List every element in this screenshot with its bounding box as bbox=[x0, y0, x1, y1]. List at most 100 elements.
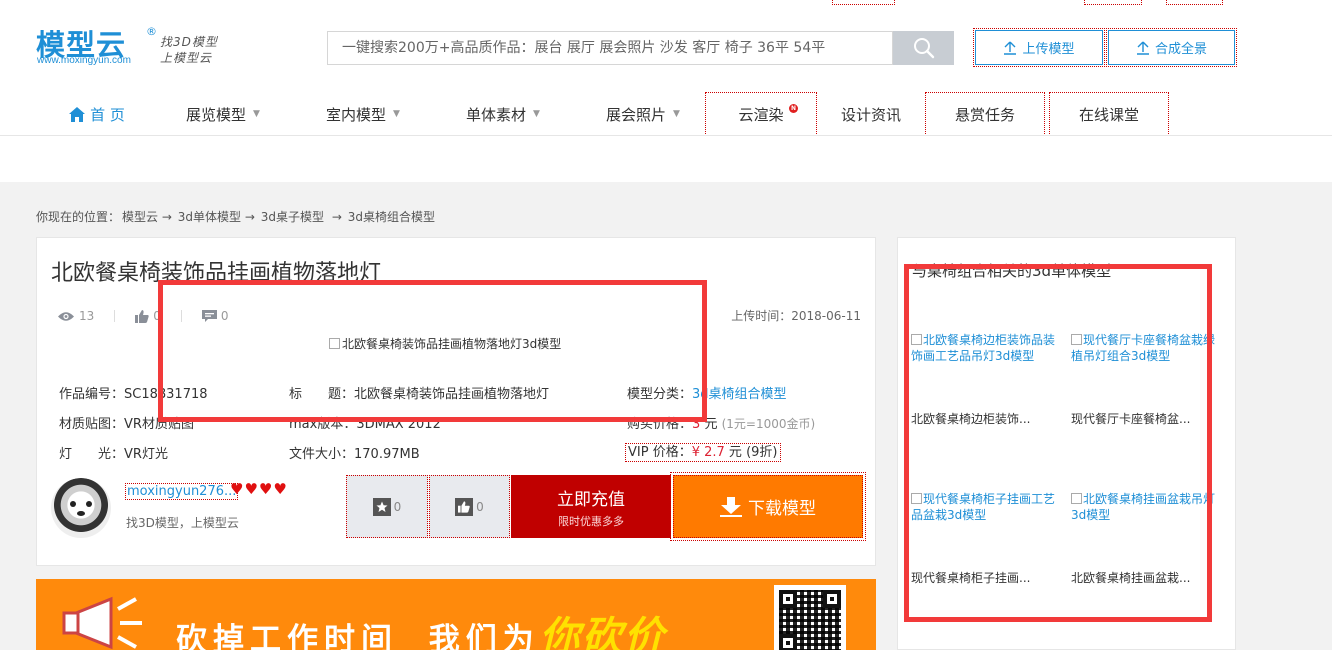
nav-item-exhibition[interactable]: 展览模型 ▼ bbox=[168, 92, 278, 136]
breadcrumb-link[interactable]: 3d单体模型 bbox=[178, 210, 241, 224]
nav-item-home[interactable]: 首 页 bbox=[58, 92, 136, 136]
banner-text-2: 我们为 bbox=[428, 622, 540, 650]
panorama-label: 合成全景 bbox=[1154, 42, 1207, 57]
related-item[interactable]: 北欧餐桌椅挂画盆栽吊灯3d模型 北欧餐桌椅挂画盆栽... bbox=[1071, 491, 1221, 586]
banner-headline: 砍掉工作时间 我们为你砍价 bbox=[176, 604, 666, 650]
related-item-name: 现代餐厅卡座餐椅盆... bbox=[1071, 412, 1191, 426]
breadcrumb: 你现在的位置： 模型云 → 3d单体模型 → 3d桌子模型 → 3d桌椅组合模型 bbox=[36, 208, 435, 225]
qr-finder bbox=[779, 590, 797, 608]
related-item-image[interactable]: 北欧餐桌椅边柜装饰品装饰画工艺品吊灯3d模型 bbox=[911, 332, 1061, 412]
author-desc: 找3D模型，上模型云 bbox=[126, 516, 239, 530]
related-item-alt: 现代餐桌椅柜子挂画工艺品盆栽3d模型 bbox=[911, 492, 1056, 522]
meta-category-link[interactable]: 3d桌椅组合模型 bbox=[692, 387, 787, 402]
nav-item-single[interactable]: 单体素材 ▼ bbox=[448, 92, 558, 136]
avatar[interactable] bbox=[51, 478, 111, 538]
related-item[interactable]: 北欧餐桌椅边柜装饰品装饰画工艺品吊灯3d模型 北欧餐桌椅边柜装饰... bbox=[911, 332, 1061, 427]
meta-price-note: (1元=1000金币) bbox=[721, 417, 816, 431]
search-button[interactable] bbox=[893, 31, 954, 65]
upload-time: 上传时间：2018-06-11 bbox=[731, 307, 861, 324]
avatar-eye bbox=[70, 501, 76, 507]
like-button[interactable]: 0 bbox=[429, 475, 510, 538]
caret-down-icon: ▼ bbox=[533, 109, 540, 119]
related-item-image[interactable]: 现代餐厅卡座餐椅盆栽绿植吊灯组合3d模型 bbox=[1071, 332, 1221, 412]
download-button[interactable]: 下载模型 bbox=[670, 472, 866, 541]
nav-interior-label: 室内模型 bbox=[326, 105, 387, 124]
broken-image-icon bbox=[329, 338, 340, 349]
search-box bbox=[327, 31, 893, 65]
meta-title-label: 标 题： bbox=[289, 387, 355, 402]
main-nav: 首 页 展览模型 ▼ 室内模型 ▼ 单体素材 ▼ 展会照片 ▼ 云渲染 N 设计资讯 悬… bbox=[0, 92, 1332, 136]
meta-max-value: 3DMAX 2012 bbox=[356, 417, 441, 432]
nav-item-render[interactable]: 云渲染 N bbox=[705, 92, 817, 136]
meta-category-label: 模型分类： bbox=[627, 387, 693, 402]
related-item[interactable]: 现代餐桌椅柜子挂画工艺品盆栽3d模型 现代餐桌椅柜子挂画... bbox=[911, 491, 1061, 586]
meta-size-label: 文件大小： bbox=[289, 447, 355, 462]
product-title: 北欧餐桌椅装饰品挂画植物落地灯 bbox=[51, 261, 382, 286]
related-item-image[interactable]: 现代餐桌椅柜子挂画工艺品盆栽3d模型 bbox=[911, 491, 1061, 571]
home-icon bbox=[69, 106, 86, 122]
avatar-nose bbox=[77, 511, 85, 516]
favorite-count: 0 bbox=[393, 499, 402, 514]
likes-stat[interactable]: 0 bbox=[135, 309, 161, 323]
search-input[interactable] bbox=[328, 32, 892, 64]
vip-price-note: (9折) bbox=[746, 445, 778, 460]
related-item-alt: 北欧餐桌椅边柜装饰品装饰画工艺品吊灯3d模型 bbox=[911, 333, 1056, 363]
meta-price-unit: 元 bbox=[704, 417, 718, 432]
meta-material: 材质贴图：VR材质贴图 bbox=[59, 413, 194, 432]
download-label: 下载模型 bbox=[748, 499, 816, 519]
meta-light: 灯 光：VR灯光 bbox=[59, 443, 168, 462]
vip-price-value: ¥ 2.7 bbox=[691, 445, 725, 460]
nav-item-reward[interactable]: 悬赏任务 bbox=[925, 92, 1045, 136]
megaphone-icon bbox=[62, 596, 142, 650]
broken-image-icon bbox=[911, 493, 922, 504]
breadcrumb-arrow: → bbox=[161, 210, 172, 224]
nav-course-label: 在线课堂 bbox=[1078, 105, 1139, 124]
caret-down-icon: ▼ bbox=[393, 109, 400, 119]
avatar-eye bbox=[86, 501, 92, 507]
recharge-button[interactable]: 立即充值 限时优惠多多 bbox=[511, 475, 671, 538]
meta-id-value: SC18831718 bbox=[124, 387, 208, 402]
author-name[interactable]: moxingyun276... bbox=[125, 483, 239, 500]
breadcrumb-link[interactable]: 3d桌子模型 bbox=[261, 210, 324, 224]
related-item-image[interactable]: 北欧餐桌椅挂画盆栽吊灯3d模型 bbox=[1071, 491, 1221, 571]
breadcrumb-link[interactable]: 3d桌椅组合模型 bbox=[348, 210, 435, 224]
top-dotted-marker bbox=[1084, 0, 1142, 5]
meta-light-label: 灯 光： bbox=[59, 447, 125, 462]
nav-item-course[interactable]: 在线课堂 bbox=[1049, 92, 1169, 136]
upload-model-button[interactable]: 上传模型 bbox=[973, 28, 1105, 67]
comments-stat[interactable]: 0 bbox=[201, 309, 229, 323]
caret-down-icon: ▼ bbox=[253, 109, 260, 119]
eye-icon bbox=[58, 311, 74, 321]
upload-time-value: 2018-06-11 bbox=[791, 309, 861, 323]
vip-price-unit: 元 bbox=[728, 445, 742, 460]
vip-price-box: VIP 价格：¥ 2.7 元 (9折) bbox=[625, 443, 781, 462]
favorite-button[interactable]: 0 bbox=[346, 475, 428, 538]
download-icon bbox=[720, 496, 742, 517]
upload-time-label: 上传时间： bbox=[731, 309, 792, 323]
nav-item-photos[interactable]: 展会照片 ▼ bbox=[588, 92, 698, 136]
broken-image-icon bbox=[1071, 493, 1082, 504]
related-item-name: 现代餐桌椅柜子挂画... bbox=[911, 571, 1031, 585]
author-level-hearts: ♥♥♥♥ bbox=[230, 480, 288, 498]
product-image[interactable]: 北欧餐桌椅装饰品挂画植物落地灯3d模型 bbox=[329, 335, 561, 352]
nav-single-label: 单体素材 bbox=[466, 105, 527, 124]
meta-title-value: 北欧餐桌椅装饰品挂画植物落地灯 bbox=[354, 387, 550, 402]
promo-banner[interactable]: 砍掉工作时间 我们为你砍价 bbox=[36, 579, 876, 650]
banner-highlight: 你砍价 bbox=[539, 614, 666, 650]
upload-icon bbox=[1004, 41, 1017, 55]
top-dotted-marker bbox=[1166, 0, 1223, 5]
related-title: 与桌椅组合相关的3d单体模型 bbox=[912, 262, 1112, 280]
panorama-button[interactable]: 合成全景 bbox=[1106, 28, 1237, 67]
related-item[interactable]: 现代餐厅卡座餐椅盆栽绿植吊灯组合3d模型 现代餐厅卡座餐椅盆... bbox=[1071, 332, 1221, 427]
search-icon bbox=[913, 38, 934, 59]
meta-category: 模型分类：3d桌椅组合模型 bbox=[627, 383, 787, 402]
breadcrumb-link[interactable]: 模型云 bbox=[122, 210, 158, 224]
logo-slogan-line1: 找3D模型 bbox=[160, 35, 218, 49]
vip-price-label: VIP 价格： bbox=[628, 445, 692, 460]
nav-item-interior[interactable]: 室内模型 ▼ bbox=[308, 92, 418, 136]
qr-finder bbox=[779, 634, 797, 650]
site-logo[interactable]: 模型云 ® www.moxingyun.com 找3D模型 上模型云 bbox=[36, 22, 236, 70]
qr-finder bbox=[823, 590, 841, 608]
nav-item-design[interactable]: 设计资讯 bbox=[826, 92, 916, 136]
qr-pattern bbox=[779, 590, 841, 650]
